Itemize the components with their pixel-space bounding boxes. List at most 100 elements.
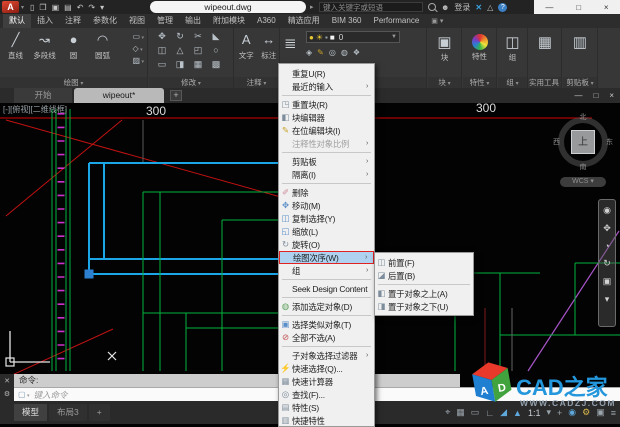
menu-item-move[interactable]: ✥ 移动(M)	[279, 199, 374, 212]
copy-tool-icon[interactable]: ◫	[153, 45, 171, 59]
qat-dropdown-icon[interactable]: ▾	[100, 3, 104, 12]
menu-item-subobject-selection-filter[interactable]: 子对象选择过滤器 ›	[279, 349, 374, 362]
menu-item-draw-order[interactable]: 绘图次序(W) ›	[279, 251, 374, 264]
zoom-icon[interactable]: ◔	[604, 241, 609, 251]
viewcube-top-face[interactable]: 上	[571, 130, 595, 154]
menu-item-rotate[interactable]: ↻ 旋转(O)	[279, 238, 374, 251]
search-icon[interactable]	[428, 3, 436, 11]
ribbon-tab-featured-apps[interactable]: 精选应用	[282, 14, 326, 28]
new-drawing-button[interactable]: +	[170, 90, 182, 101]
fillet-tool-icon[interactable]: ◣	[207, 31, 225, 45]
search-input[interactable]: 键入关键字或短语	[319, 2, 423, 12]
panel-label-blocks[interactable]: 块	[428, 77, 461, 88]
signin-label[interactable]: 登录	[454, 2, 470, 13]
menu-item-send-to-back[interactable]: ◪ 后置(B)	[375, 269, 473, 282]
showmotion-icon[interactable]: ▣	[603, 276, 612, 287]
ortho-icon[interactable]: ∟	[485, 408, 494, 418]
layer-state-icon[interactable]: ◈	[306, 48, 312, 57]
rectangle-tool-icon[interactable]: ▭	[133, 32, 144, 41]
viewcube-west-label[interactable]: 西	[553, 137, 560, 147]
close-button[interactable]: ×	[604, 3, 609, 12]
menu-item-bring-to-front[interactable]: ◫ 前置(F)	[375, 256, 473, 269]
model-space-icon[interactable]: ⌖	[445, 407, 450, 418]
undo-icon[interactable]: ↶	[77, 3, 84, 12]
layer-freeze-icon[interactable]: ☀	[316, 33, 323, 42]
steering-wheel-icon[interactable]: ◉	[603, 205, 611, 216]
menu-item-isolate[interactable]: 隔离(I) ›	[279, 168, 374, 181]
menu-item-quick-calculator[interactable]: ▦ 快速计算器	[279, 375, 374, 388]
new-file-icon[interactable]: ▯	[30, 3, 34, 12]
navbar-more-icon[interactable]: ▾	[605, 294, 610, 305]
hatch-tool-icon[interactable]: ▨	[133, 56, 144, 65]
scale-dropdown-icon[interactable]: ▾	[546, 407, 551, 418]
menu-item-block-editor[interactable]: ◧ 块编辑器	[279, 111, 374, 124]
command-close-icon[interactable]: ✕	[4, 377, 10, 385]
layer-freeze-tool-icon[interactable]: ◍	[341, 48, 348, 57]
layout3-tab[interactable]: 布局3	[49, 404, 87, 421]
selection-grip[interactable]	[84, 269, 94, 279]
ribbon-tab-output[interactable]: 输出	[179, 14, 207, 28]
menu-item-quick-properties[interactable]: ▥ 快捷特性	[279, 414, 374, 427]
stretch-tool-icon[interactable]: ◰	[189, 45, 207, 59]
minimize-button[interactable]: —	[545, 3, 553, 12]
menu-item-quick-select[interactable]: ⚡ 快速选择(Q)...	[279, 362, 374, 375]
drawing-minimize-button[interactable]: —	[574, 91, 582, 100]
drawing-restore-button[interactable]: □	[593, 91, 598, 100]
explode-tool-icon[interactable]: ◨	[171, 59, 189, 73]
command-input-icon[interactable]: ▢	[18, 390, 29, 399]
menu-item-bring-above-objects[interactable]: ◧ 置于对象之上(A)	[375, 287, 473, 300]
layer-off-icon[interactable]: ❖	[353, 48, 360, 57]
app-menu-caret-icon[interactable]: ▾	[21, 4, 24, 11]
layer-properties-icon[interactable]: ≣	[284, 34, 297, 52]
ribbon-tab-manage[interactable]: 管理	[151, 14, 179, 28]
menu-item-send-under-objects[interactable]: ◨ 置于对象之下(U)	[375, 300, 473, 313]
maximize-button[interactable]: □	[576, 3, 581, 12]
viewport-controls[interactable]: [-][俯视][二维线框]	[3, 104, 67, 115]
ribbon-tab-a360[interactable]: A360	[251, 14, 282, 28]
file-tab-start[interactable]: 开始	[14, 88, 72, 103]
panel-label-annotate[interactable]: 注释	[234, 77, 279, 88]
ribbon-tab-addins[interactable]: 附加模块	[207, 14, 251, 28]
layer-lock-icon[interactable]: ▪	[325, 33, 328, 42]
line-button[interactable]: ╱ 直线	[2, 30, 29, 61]
customization-icon[interactable]: ≡	[611, 408, 616, 418]
file-tab-active[interactable]: wipeout*	[74, 88, 164, 103]
clipboard-icon[interactable]: ▥	[563, 33, 597, 51]
ribbon-options-icon[interactable]: ▣ ▾	[431, 17, 443, 25]
menu-item-select-similar[interactable]: ▣ 选择类似对象(T)	[279, 318, 374, 331]
layer-on-icon[interactable]: ●	[309, 33, 314, 42]
viewcube[interactable]: 上 北 南 东 西	[553, 112, 613, 172]
panel-label-properties[interactable]: 特性	[463, 77, 496, 88]
more-modify-icon[interactable]: ▩	[207, 59, 225, 73]
group-icon[interactable]: ◫	[498, 33, 527, 51]
isolate-objects-icon[interactable]: ▣	[596, 407, 605, 418]
erase-tool-icon[interactable]: ▭	[153, 59, 171, 73]
viewcube-north-label[interactable]: 北	[580, 112, 587, 122]
ribbon-tab-annotate[interactable]: 注释	[59, 14, 87, 28]
help-icon[interactable]: ?	[498, 2, 508, 12]
layer-combo[interactable]: ● ☀ ▪ ■ 0 ▼	[306, 31, 400, 43]
title-caret-icon[interactable]: ▸	[310, 3, 314, 11]
menu-item-group[interactable]: 组 ›	[279, 264, 374, 277]
menu-item-recent-input[interactable]: 最近的输入 ›	[279, 80, 374, 93]
menu-item-block-redefine[interactable]: ◳ 重置块(R)	[279, 98, 374, 111]
viewcube-south-label[interactable]: 南	[580, 162, 587, 172]
exchange-icon[interactable]: ✕	[475, 3, 482, 12]
panel-label-draw[interactable]: 绘图	[0, 77, 147, 88]
menu-item-repeat-u[interactable]: 重复U(R)	[279, 67, 374, 80]
layer-combo-caret-icon[interactable]: ▼	[391, 34, 397, 40]
hardware-accel-icon[interactable]: ⚙	[582, 407, 590, 418]
layer-color-swatch[interactable]: ■	[330, 33, 335, 42]
trim-tool-icon[interactable]: ✂	[189, 31, 207, 45]
menu-item-properties[interactable]: ▤ 特性(S)	[279, 401, 374, 414]
annotation-monitor-icon[interactable]: ◉	[568, 407, 576, 418]
circle-button[interactable]: ● 圆	[60, 30, 87, 61]
a360-icon[interactable]: △	[487, 3, 493, 12]
layer-isolate-icon[interactable]: ◎	[329, 48, 336, 57]
ribbon-tab-view[interactable]: 视图	[123, 14, 151, 28]
rotate-tool-icon[interactable]: ↻	[171, 31, 189, 45]
menu-item-copy-selection[interactable]: ◫ 复制选择(Y)	[279, 212, 374, 225]
model-tab[interactable]: 模型	[14, 404, 48, 421]
text-button[interactable]: A 文字	[236, 30, 257, 61]
layer-match-icon[interactable]: ✎	[317, 48, 324, 57]
